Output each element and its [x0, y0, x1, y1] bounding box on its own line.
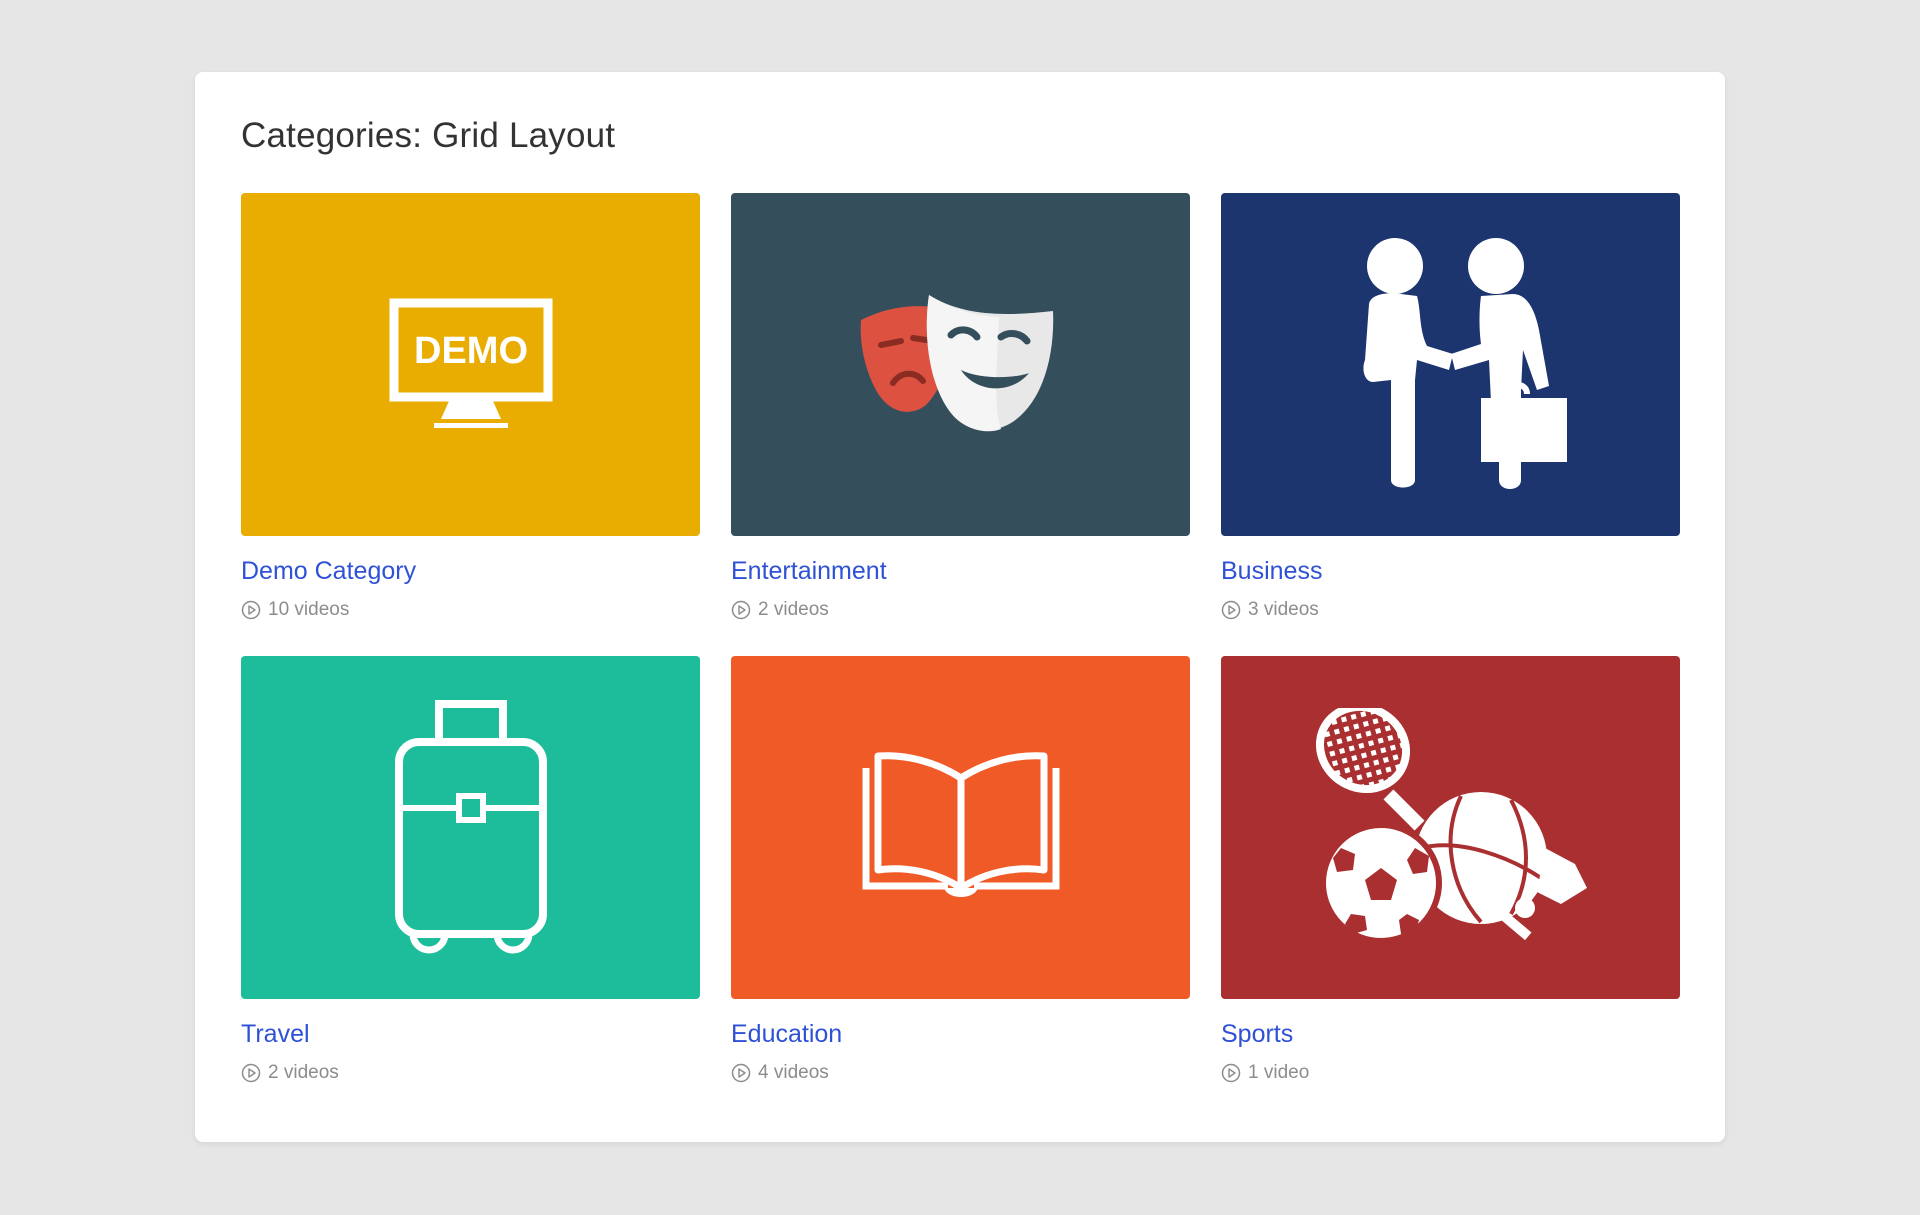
- video-count-label: 2 videos: [268, 1062, 339, 1083]
- category-card-sports[interactable]: Sports 1 video: [1221, 656, 1680, 1084]
- play-circle-icon: [731, 1063, 751, 1083]
- play-circle-icon: [241, 1063, 261, 1083]
- video-count: 2 videos: [241, 1062, 700, 1084]
- category-title[interactable]: Education: [731, 1019, 1190, 1049]
- suitcase-icon: [394, 699, 547, 953]
- category-card-education[interactable]: Education 4 videos: [731, 656, 1190, 1084]
- category-thumbnail[interactable]: [731, 193, 1190, 536]
- video-count-label: 1 video: [1248, 1062, 1310, 1083]
- play-circle-icon: [1221, 1063, 1241, 1083]
- category-title[interactable]: Demo Category: [241, 556, 700, 586]
- sports-equipment-icon: [1315, 707, 1587, 944]
- category-title[interactable]: Travel: [241, 1019, 700, 1049]
- video-count-label: 10 videos: [268, 599, 350, 620]
- category-thumbnail[interactable]: [731, 656, 1190, 999]
- category-card-business[interactable]: Business 3 videos: [1221, 193, 1680, 621]
- page-title: Categories: Grid Layout: [241, 116, 616, 155]
- category-title[interactable]: Entertainment: [731, 556, 1190, 586]
- video-count-label: 2 videos: [758, 599, 829, 620]
- category-card-demo[interactable]: DEMO Demo Category 10 videos: [241, 193, 700, 621]
- demo-monitor-text: DEMO: [414, 330, 528, 372]
- open-book-icon: [862, 751, 1059, 897]
- video-count: 10 videos: [241, 599, 700, 621]
- category-card-travel[interactable]: Travel 2 videos: [241, 656, 700, 1084]
- video-count: 3 videos: [1221, 599, 1680, 621]
- content-card: Categories: Grid Layout DEMO Demo Catego…: [195, 72, 1725, 1142]
- handshake-icon: [1362, 237, 1567, 489]
- category-card-entertainment[interactable]: Entertainment 2 videos: [731, 193, 1190, 621]
- play-circle-icon: [1221, 600, 1241, 620]
- category-thumbnail[interactable]: [1221, 656, 1680, 999]
- video-count-label: 4 videos: [758, 1062, 829, 1083]
- video-count: 4 videos: [731, 1062, 1190, 1084]
- category-thumbnail[interactable]: [1221, 193, 1680, 536]
- category-title[interactable]: Sports: [1221, 1019, 1680, 1049]
- theater-masks-icon: [860, 294, 1053, 431]
- category-thumbnail[interactable]: DEMO: [241, 193, 700, 536]
- category-title[interactable]: Business: [1221, 556, 1680, 586]
- demo-monitor-icon: DEMO: [389, 298, 552, 428]
- category-grid: DEMO Demo Category 10 videos Entertainme…: [241, 193, 1681, 1084]
- category-thumbnail[interactable]: [241, 656, 700, 999]
- video-count: 2 videos: [731, 599, 1190, 621]
- video-count: 1 video: [1221, 1062, 1680, 1084]
- play-circle-icon: [241, 600, 261, 620]
- video-count-label: 3 videos: [1248, 599, 1319, 620]
- play-circle-icon: [731, 600, 751, 620]
